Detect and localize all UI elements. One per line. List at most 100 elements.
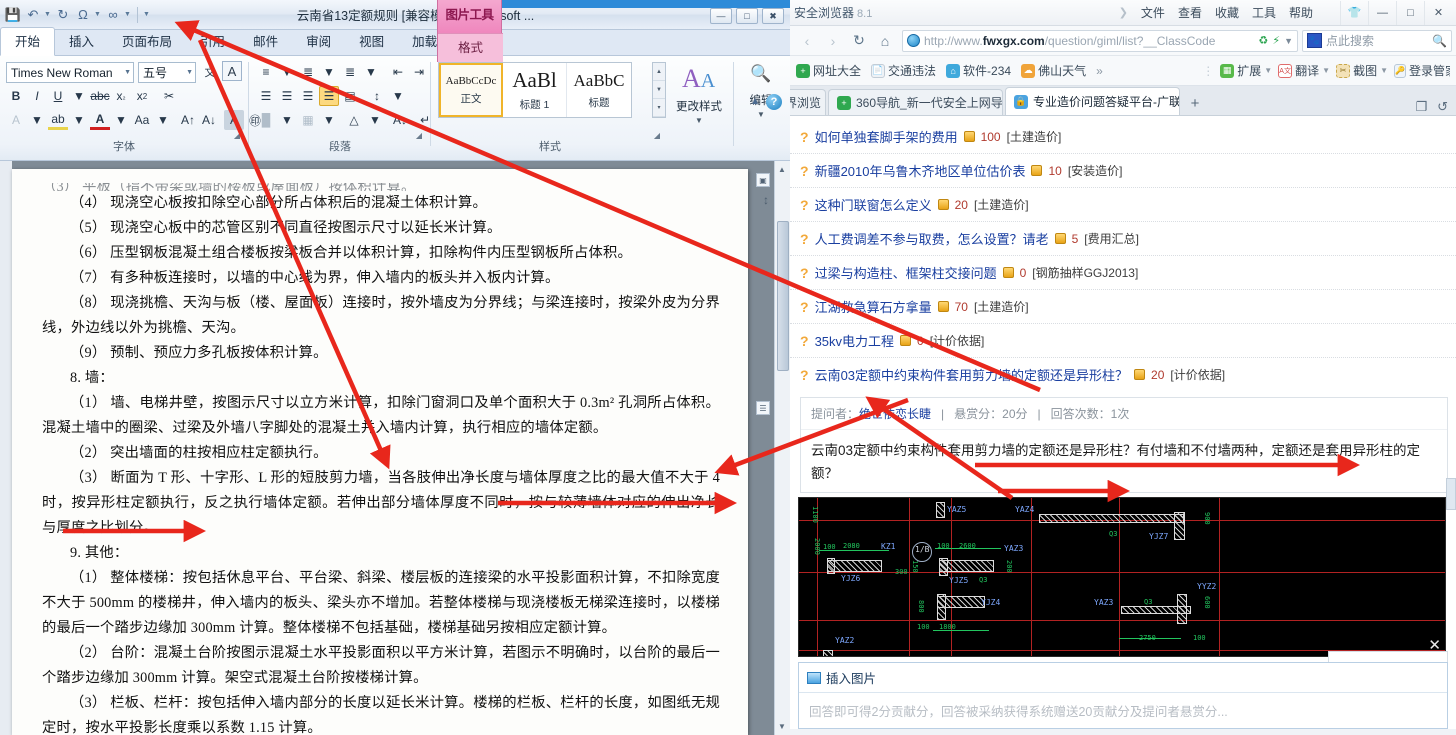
question-link[interactable]: 35kv电力工程 (815, 331, 894, 350)
undo-icon[interactable]: ↶ (24, 6, 42, 24)
question-link[interactable]: 人工费调差不参与取费，怎么设置？请老 (815, 229, 1049, 248)
question-link[interactable]: 如何单独套脚手架的费用 (815, 127, 958, 146)
find-binoculars-icon[interactable]: 🔍 (750, 64, 771, 84)
browser-menu-bar[interactable]: ❯ 文件 查看 收藏 工具 帮助 👕 — □ ✕ (1119, 0, 1452, 25)
new-tab-button[interactable]: + (1182, 91, 1208, 115)
font-size-combobox[interactable]: 五号 ▼ (138, 62, 196, 83)
bullets-icon[interactable]: ≡ (256, 62, 276, 82)
align-left-icon[interactable]: ☰ (256, 86, 276, 106)
forward-arrow-icon[interactable]: › (820, 29, 846, 53)
list-item[interactable]: ? 新疆2010年乌鲁木齐地区单位估价表 10 [安装造价] (790, 154, 1456, 188)
multilevel-list-icon[interactable]: ≣ (340, 62, 360, 82)
address-bar[interactable]: http://www.fwxgx.com/question/giml/list?… (902, 29, 1298, 52)
font-color-icon[interactable]: A (90, 110, 110, 130)
character-border-icon[interactable]: A (222, 61, 242, 81)
home-icon[interactable]: ⌂ (872, 29, 898, 53)
chevron-down-icon[interactable]: ▼ (1322, 66, 1330, 75)
word-window-controls[interactable]: — □ ✖ (710, 8, 784, 24)
borders-dropdown-icon[interactable]: ▼ (319, 110, 339, 130)
list-item[interactable]: ? 35kv电力工程 0 [计价依据] (790, 324, 1456, 358)
character-shading-icon[interactable]: A (224, 110, 244, 130)
list-item[interactable]: ? 这种门联窗怎么定义 20 [土建造价] (790, 188, 1456, 222)
skin-icon[interactable]: 👕 (1340, 0, 1368, 25)
menu-file[interactable]: 文件 (1141, 4, 1165, 21)
tab-页面布局[interactable]: 页面布局 (108, 28, 186, 55)
asker-name[interactable]: 绝世依恋长睫 (859, 407, 931, 421)
align-right-icon[interactable]: ☰ (298, 86, 318, 106)
browser-navigation-bar[interactable]: ‹ › ↻ ⌂ http://www.fwxgx.com/question/gi… (790, 26, 1456, 56)
italic-button[interactable]: I (27, 86, 47, 106)
omega-dropdown-icon[interactable]: ▼ (94, 11, 102, 18)
style-item-标题[interactable]: AaBbC 标题 (567, 63, 631, 117)
sort-icon[interactable]: A↓ (390, 110, 410, 130)
document-area[interactable]: （3） 平板（指不带梁或墙的楼板或屋面板）按体积计算。 （4） 现浇空心板按扣除… (0, 161, 790, 735)
paragraph-dialog-launcher[interactable]: ◢ (416, 131, 422, 140)
scaling-dropdown-icon[interactable]: ▼ (365, 110, 385, 130)
chevron-down-icon[interactable]: ▼ (124, 69, 131, 76)
shading-dropdown-icon[interactable]: ▼ (277, 110, 297, 130)
numbering-dropdown-icon[interactable]: ▼ (319, 62, 339, 82)
question-link[interactable]: 这种门联窗怎么定义 (815, 195, 932, 214)
clear-formatting-icon[interactable]: ✂ (159, 86, 179, 106)
multilevel-dropdown-icon[interactable]: ▼ (361, 62, 381, 82)
question-link[interactable]: 江湖救急算石方拿量 (815, 297, 932, 316)
strikethrough-button[interactable]: abc (90, 86, 110, 106)
chevron-down-icon[interactable]: ▼ (186, 69, 193, 76)
change-case-icon[interactable]: Aa (132, 110, 152, 130)
show-marks-icon[interactable]: ↵ (415, 110, 435, 130)
quick-access-toolbar[interactable]: 💾 ↶ ▼ ↻ Ω ▼ ∞ ▼ ▼ (0, 0, 151, 29)
bullets-dropdown-icon[interactable]: ▼ (277, 62, 297, 82)
tab-format[interactable]: 格式 (438, 33, 503, 62)
styles-gallery-scroll[interactable]: ▲ ▼ ▾ (652, 62, 666, 118)
increase-indent-icon[interactable]: ⇥ (409, 62, 429, 82)
reopen-closed-tab-icon[interactable]: ↺ (1437, 99, 1448, 115)
search-icon[interactable]: 🔍 (1432, 34, 1447, 48)
chevron-down-icon[interactable]: ▼ (695, 116, 703, 125)
tab-开始[interactable]: 开始 (0, 27, 56, 56)
tab-插入[interactable]: 插入 (55, 28, 108, 55)
toolbar-login-manager[interactable]: 🔑 登录管家 (1394, 62, 1450, 79)
bookmark-交通违法[interactable]: 📄 交通违法 (871, 62, 936, 79)
menu-favorites[interactable]: 收藏 (1215, 4, 1239, 21)
page-view-toggle-icon[interactable]: ▣ (756, 173, 770, 187)
chevron-down-icon[interactable]: ▼ (1264, 66, 1272, 75)
browser-tab-strip[interactable]: 界浏览 + 360导航_新一代安全上网导航 ✕ 🔒 专业造价问题答疑平台-广联达… (790, 86, 1456, 116)
chevron-down-icon[interactable]: ▼ (757, 110, 765, 119)
page-content[interactable]: ? 如何单独套脚手架的费用 100 [土建造价] ? 新疆2010年乌鲁木齐地区… (790, 116, 1456, 729)
omega-icon[interactable]: Ω (74, 6, 92, 24)
font-color-dropdown-icon[interactable]: ▼ (111, 110, 131, 130)
infinity-icon[interactable]: ∞ (104, 6, 122, 24)
line-spacing-dropdown-icon[interactable]: ▼ (388, 86, 408, 106)
change-case-dropdown-icon[interactable]: ▼ (153, 110, 173, 130)
tab-strip-actions[interactable]: ❐ ↺ (1415, 99, 1456, 115)
back-arrow-icon[interactable]: ‹ (794, 29, 820, 53)
minimize-icon[interactable]: — (710, 8, 732, 24)
maximize-icon[interactable]: □ (1396, 0, 1424, 25)
search-input[interactable]: 点此搜索 (1326, 32, 1374, 49)
text-highlight-icon[interactable]: ab (48, 110, 68, 130)
insert-image-button[interactable]: 插入图片 (799, 663, 1447, 693)
infinity-dropdown-icon[interactable]: ▼ (124, 11, 132, 18)
list-item[interactable]: ? 过梁与构造柱、框架柱交接问题 0 [钢筋抽样GGJ2013] (790, 256, 1456, 290)
list-item[interactable]: ? 人工费调差不参与取费，怎么设置？请老 5 [费用汇总] (790, 222, 1456, 256)
change-styles-button[interactable]: AA 更改样式 ▼ (668, 58, 730, 154)
bookmark-佛山天气[interactable]: ☁ 佛山天气 (1021, 62, 1086, 79)
search-bar[interactable]: 🐾 点此搜索 🔍 (1302, 29, 1452, 52)
toolbar-extensions[interactable]: ▦ 扩展 ▼ (1220, 62, 1272, 79)
answer-textarea[interactable]: 回答即可得2分贡献分，回答被采纳获得系统赠送20贡献分及提问者悬赏分... (799, 693, 1447, 728)
restore-icon[interactable]: □ (736, 8, 758, 24)
picture-tools-contextual-tab[interactable]: 图片工具 格式 (437, 0, 503, 62)
question-link[interactable]: 云南03定额中约束构件套用剪力墙的定额还是异形柱？ (815, 365, 1128, 384)
toolbar-screenshot[interactable]: ✂ 截图 ▼ (1336, 62, 1388, 79)
scroll-down-icon[interactable]: ▼ (653, 81, 665, 99)
close-icon[interactable]: ✕ (1424, 0, 1452, 25)
question-link[interactable]: 过梁与构造柱、框架柱交接问题 (815, 263, 997, 282)
underline-dropdown-icon[interactable]: ▼ (69, 86, 89, 106)
subscript-button[interactable]: x₂ (111, 86, 131, 106)
phonetic-guide-icon[interactable]: 文 (200, 62, 220, 82)
menu-overflow-icon[interactable]: ❯ (1119, 6, 1128, 19)
restore-tab-icon[interactable]: ❐ (1415, 99, 1427, 115)
redo-icon[interactable]: ↻ (54, 6, 72, 24)
style-item-标题1[interactable]: AaBl 标题 1 (503, 63, 567, 117)
paw-search-engine-icon[interactable]: 🐾 (1307, 33, 1322, 48)
